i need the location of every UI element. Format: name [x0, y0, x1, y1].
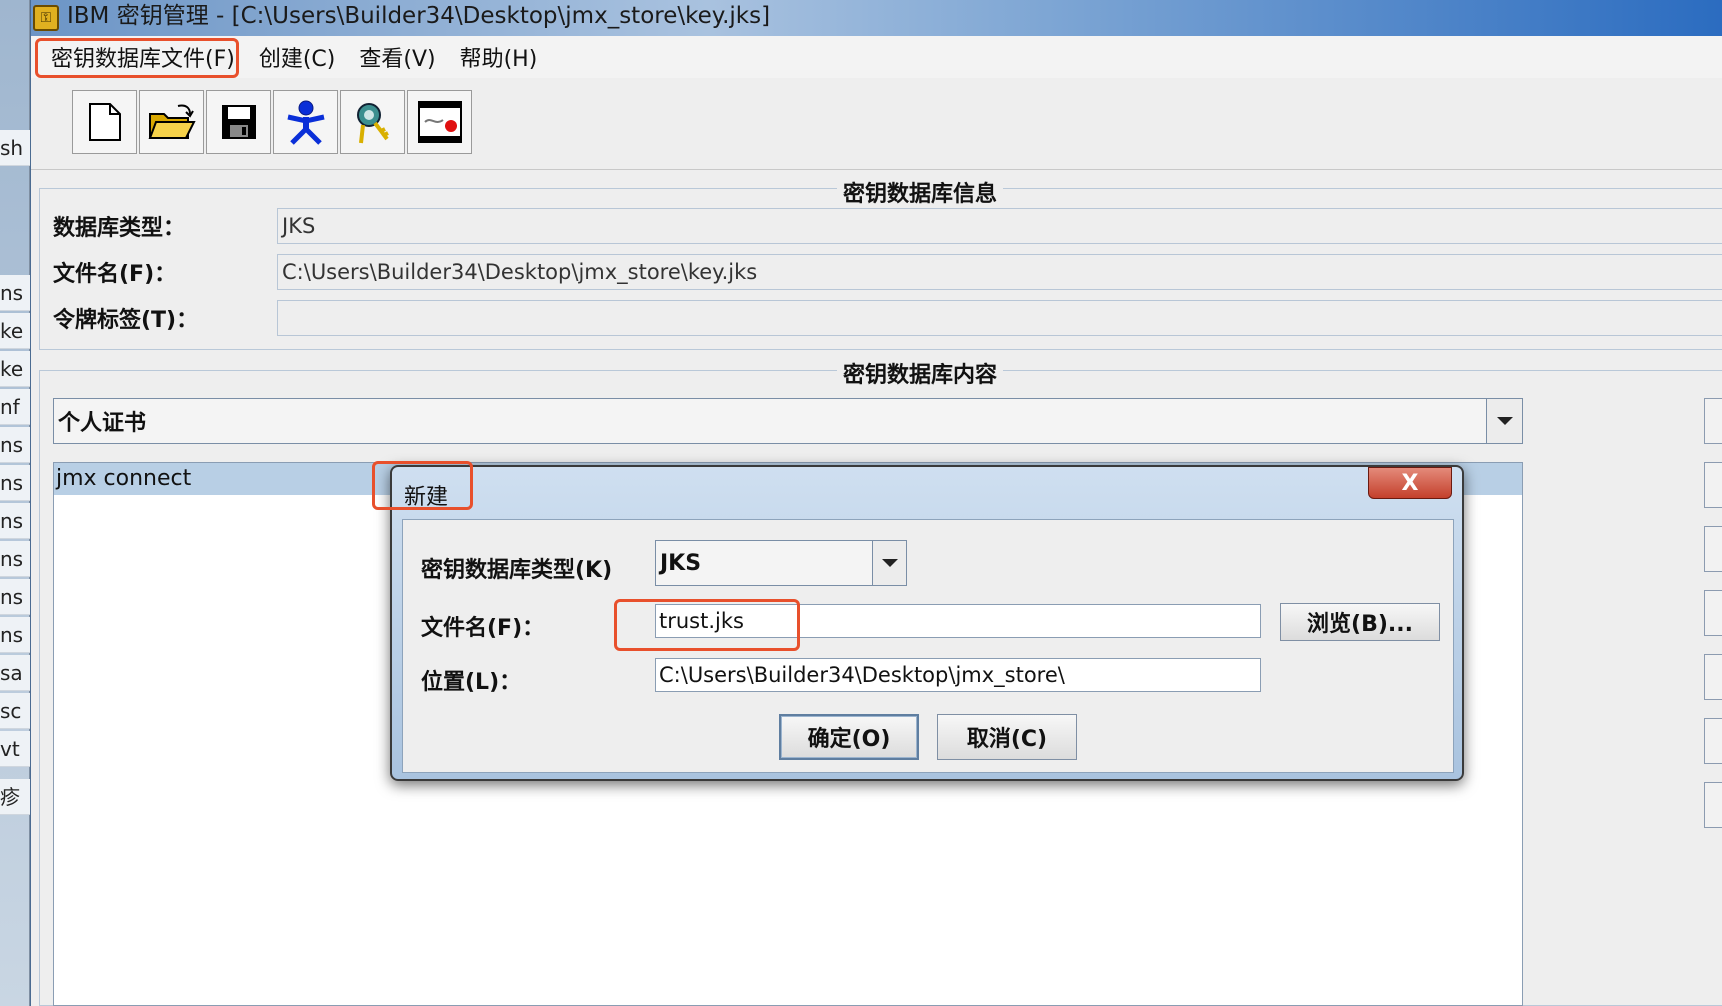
background-text-fragment: vt — [0, 731, 30, 767]
background-text-fragment: sh — [0, 130, 30, 166]
open-folder-icon — [148, 104, 196, 139]
key-management-button[interactable] — [340, 90, 405, 154]
background-text-fragment: ns — [0, 541, 30, 577]
title-bar[interactable]: ⚿ IBM 密钥管理 - [C:\Users\Builder34\Desktop… — [31, 0, 1722, 36]
new-database-button[interactable] — [72, 90, 137, 154]
background-window-strip: sh ns ke ke nf ns ns ns ns ns ns sa sc v… — [0, 0, 30, 1006]
side-action-button[interactable] — [1704, 462, 1722, 508]
new-database-dialog: 新建 X 密钥数据库类型(K) JKS 文件名(F)： trust.jks 浏览… — [390, 465, 1464, 781]
save-database-button[interactable] — [206, 90, 271, 154]
menu-help[interactable]: 帮助(H) — [450, 37, 548, 77]
side-action-button[interactable] — [1704, 654, 1722, 700]
location-label: 位置(L)： — [421, 670, 522, 695]
new-file-icon — [88, 103, 121, 141]
database-type-label: 数据库类型： — [53, 216, 186, 241]
certificate-type-selected: 个人证书 — [58, 411, 147, 436]
side-action-button[interactable] — [1704, 718, 1722, 764]
person-icon — [286, 100, 325, 145]
database-info-title: 密钥数据库信息 — [837, 176, 1004, 208]
key-ring-icon — [356, 103, 389, 144]
annotation-box-file-name — [614, 599, 800, 651]
chevron-down-icon[interactable] — [1486, 399, 1522, 443]
certificate-button[interactable] — [407, 90, 472, 154]
file-name-label: 文件名(F)： — [421, 616, 545, 641]
database-type-selected: JKS — [660, 550, 702, 576]
token-value — [277, 300, 1722, 336]
side-action-button[interactable] — [1704, 398, 1722, 444]
chevron-down-icon[interactable] — [872, 541, 906, 585]
certificate-icon — [417, 101, 462, 143]
toolbar — [31, 78, 1722, 170]
file-name-label: 文件名(F)： — [53, 262, 177, 287]
ok-button[interactable]: 确定(O) — [779, 714, 919, 760]
database-type-select[interactable]: JKS — [655, 540, 907, 586]
menu-bar: 密钥数据库文件(F) 创建(C) 查看(V) 帮助(H) — [31, 36, 1722, 78]
location-input[interactable]: C:\Users\Builder34\Desktop\jmx_store\ — [655, 658, 1261, 692]
menu-create[interactable]: 创建(C) — [249, 37, 346, 77]
dialog-body: 密钥数据库类型(K) JKS 文件名(F)： trust.jks 浏览(B)..… — [402, 519, 1454, 773]
background-text-fragment: ke — [0, 351, 30, 387]
background-text-fragment: ns — [0, 465, 30, 501]
close-icon[interactable]: X — [1368, 467, 1452, 499]
browse-button[interactable]: 浏览(B)... — [1280, 603, 1440, 641]
cancel-button[interactable]: 取消(C) — [937, 714, 1077, 760]
open-database-button[interactable] — [139, 90, 204, 154]
database-type-value: JKS — [277, 208, 1722, 244]
token-label: 令牌标签(T)： — [53, 308, 199, 333]
save-disk-icon — [221, 105, 256, 139]
annotation-box-dialog-title — [372, 461, 473, 510]
background-text-fragment: ns — [0, 503, 30, 539]
database-content-title: 密钥数据库内容 — [837, 357, 1004, 389]
database-type-label: 密钥数据库类型(K) — [421, 558, 613, 583]
background-text-fragment: nf — [0, 389, 30, 425]
background-text-fragment: sc — [0, 693, 30, 729]
annotation-box-menu — [35, 38, 239, 78]
app-key-icon: ⚿ — [33, 5, 59, 31]
window-title: IBM 密钥管理 - [C:\Users\Builder34\Desktop\j… — [67, 3, 771, 29]
certificate-type-select[interactable]: 个人证书 — [53, 398, 1523, 444]
background-text-fragment: 疹 — [0, 779, 30, 815]
user-identity-button[interactable] — [273, 90, 338, 154]
menu-view[interactable]: 查看(V) — [349, 37, 445, 77]
file-name-value: C:\Users\Builder34\Desktop\jmx_store\key… — [277, 254, 1722, 290]
background-text-fragment: ns — [0, 427, 30, 463]
background-text-fragment: ns — [0, 579, 30, 615]
background-text-fragment: ke — [0, 313, 30, 349]
side-action-button[interactable] — [1704, 526, 1722, 572]
side-action-button[interactable] — [1704, 782, 1722, 828]
background-text-fragment: ns — [0, 617, 30, 653]
side-action-button[interactable] — [1704, 590, 1722, 636]
background-text-fragment: ns — [0, 275, 30, 311]
background-text-fragment: sa — [0, 655, 30, 691]
